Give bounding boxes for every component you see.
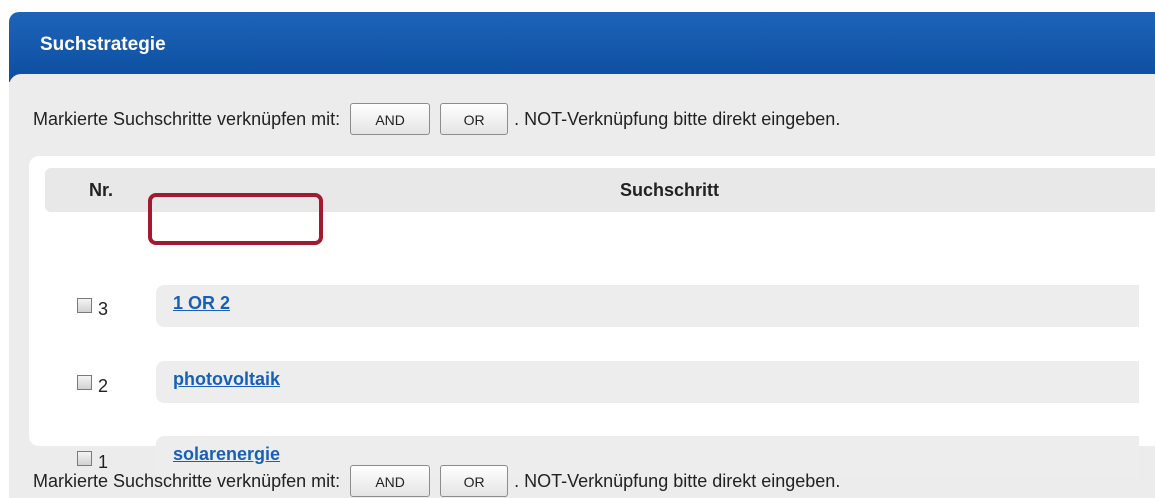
or-button[interactable]: OR — [440, 103, 509, 135]
combine-label: Markierte Suchschritte verknüpfen mit: — [33, 108, 341, 129]
panel-body: Markierte Suchschritte verknüpfen mit: A… — [9, 74, 1155, 498]
table-header: Nr. Suchschritt — [45, 168, 1155, 212]
table-row-3-step: 1 OR 2 — [156, 285, 1139, 327]
and-button[interactable]: AND — [350, 465, 431, 497]
combine-label: Markierte Suchschritte verknüpfen mit: — [33, 470, 341, 491]
column-header-suchschritt: Suchschritt — [620, 180, 720, 200]
checkbox-icon[interactable] — [77, 297, 92, 313]
and-button[interactable]: AND — [350, 103, 431, 135]
table-row-2-nr: 2 — [77, 365, 137, 399]
search-steps-table: Nr. Suchschritt 3 1 OR 2 2 photovoltaik — [29, 156, 1155, 478]
row-number: 2 — [98, 375, 109, 396]
panel-title: Suchstrategie — [40, 34, 166, 55]
not-hint: . NOT-Verknüpfung bitte direkt eingeben. — [514, 108, 841, 129]
checkbox-icon[interactable] — [77, 374, 92, 390]
top-strip — [0, 0, 1155, 12]
search-step-link[interactable]: solarenergie — [173, 444, 280, 465]
panel-header: Suchstrategie — [9, 12, 1155, 82]
combine-actions-top: Markierte Suchschritte verknüpfen mit: A… — [33, 102, 840, 136]
table-row-3-nr: 3 — [77, 288, 137, 322]
search-strategy-panel: Suchstrategie Markierte Suchschritte ver… — [9, 12, 1155, 498]
combine-actions-bottom: Markierte Suchschritte verknüpfen mit: A… — [33, 464, 840, 498]
not-hint: . NOT-Verknüpfung bitte direkt eingeben. — [514, 470, 841, 491]
or-button[interactable]: OR — [440, 465, 509, 497]
column-header-nr: Nr. — [89, 180, 114, 200]
search-step-link[interactable]: 1 OR 2 — [173, 293, 230, 314]
row-number: 3 — [98, 298, 109, 319]
table-row-2-step: photovoltaik — [156, 361, 1139, 403]
search-step-link[interactable]: photovoltaik — [173, 369, 280, 390]
